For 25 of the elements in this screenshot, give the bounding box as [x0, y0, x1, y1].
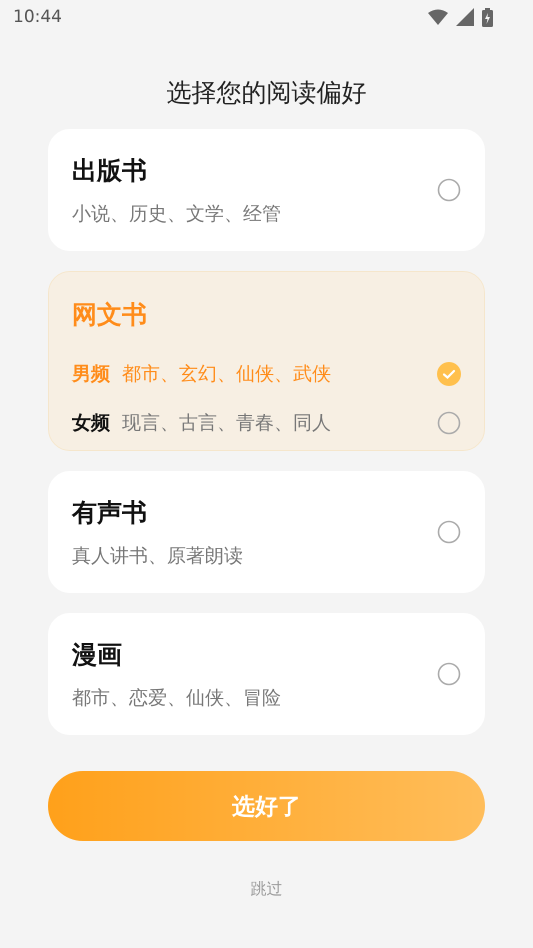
radio-icon[interactable] — [437, 178, 461, 202]
category-title: 网文书 — [72, 299, 148, 331]
option-label: 男频 — [72, 362, 110, 386]
page-title: 选择您的阅读偏好 — [166, 77, 366, 109]
category-genres: 小说、历史、文学、经管 — [72, 202, 281, 226]
category-genres: 真人讲书、原著朗读 — [72, 544, 243, 568]
option-row[interactable]: 女频 现言、古言、青春、同人 — [72, 398, 461, 447]
category-genres: 都市、恋爱、仙侠、冒险 — [72, 686, 281, 710]
radio-icon[interactable] — [437, 410, 461, 434]
wifi-icon — [428, 9, 448, 25]
signal-icon — [456, 8, 474, 26]
category-card[interactable]: 出版书 小说、历史、文学、经管 — [48, 129, 485, 251]
radio-icon[interactable] — [437, 662, 461, 686]
battery-icon — [482, 8, 493, 26]
category-title: 有声书 — [72, 496, 148, 528]
category-card[interactable]: 漫画 都市、恋爱、仙侠、冒险 — [48, 613, 485, 735]
option-genres: 现言、古言、青春、同人 — [122, 410, 332, 436]
checked-radio-icon[interactable] — [437, 362, 461, 386]
category-title: 出版书 — [72, 154, 148, 186]
category-title: 漫画 — [72, 638, 123, 670]
status-time: 10:44 — [13, 7, 62, 27]
radio-icon[interactable] — [437, 520, 461, 544]
option-label: 女频 — [72, 410, 110, 436]
option-genres: 都市、玄幻、仙侠、武侠 — [122, 362, 332, 386]
category-card[interactable]: 有声书 真人讲书、原著朗读 — [48, 471, 485, 593]
